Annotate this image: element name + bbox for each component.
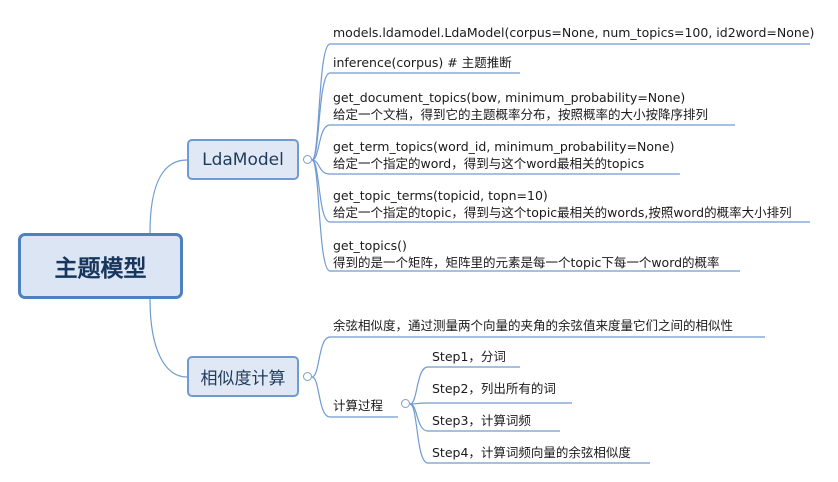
leaf-calculation-process[interactable]: 计算过程 — [333, 397, 383, 414]
leaf-get-topic-terms[interactable]: get_topic_terms(topicid, topn=10) 给定一个指定… — [333, 187, 792, 221]
leaf-line: inference(corpus) # 主题推断 — [333, 55, 512, 70]
branch-similarity[interactable]: 相似度计算 — [187, 356, 299, 397]
leaf-line: get_document_topics(bow, minimum_probabi… — [333, 90, 686, 105]
leaf-line: 余弦相似度，通过测量两个向量的夹角的余弦值来度量它们之间的相似性 — [333, 318, 734, 333]
leaf-line: models.ldamodel.LdaModel(corpus=None, nu… — [333, 25, 815, 40]
leaf-description: 给定一个指定的word，得到与这个word最相关的topics — [333, 156, 645, 171]
leaf-ldamodel-constructor[interactable]: models.ldamodel.LdaModel(corpus=None, nu… — [333, 24, 814, 41]
leaf-cosine-similarity[interactable]: 余弦相似度，通过测量两个向量的夹角的余弦值来度量它们之间的相似性 — [333, 317, 733, 334]
leaf-line: 计算过程 — [333, 398, 384, 413]
leaf-step2[interactable]: Step2，列出所有的词 — [432, 380, 556, 397]
leaf-inference[interactable]: inference(corpus) # 主题推断 — [333, 54, 512, 71]
leaf-description: 给定一个文档，得到它的主题概率分布，按照概率的大小按降序排列 — [333, 107, 709, 122]
leaf-line: get_topics() — [333, 238, 407, 253]
leaf-line: Step2，列出所有的词 — [432, 381, 556, 396]
leaf-step3[interactable]: Step3，计算词频 — [432, 412, 531, 429]
leaf-line: Step4，计算词频向量的余弦相似度 — [432, 445, 631, 460]
leaf-get-topics[interactable]: get_topics() 得到的是一个矩阵，矩阵里的元素是每一个topic下每一… — [333, 237, 720, 271]
leaf-line: get_topic_terms(topicid, topn=10) — [333, 188, 548, 203]
leaf-line: get_term_topics(word_id, minimum_probabi… — [333, 139, 675, 154]
leaf-line: Step1，分词 — [432, 349, 506, 364]
leaf-line: Step3，计算词频 — [432, 413, 531, 428]
collapse-toggle-similarity[interactable] — [303, 372, 312, 381]
collapse-toggle-ldamodel[interactable] — [303, 155, 312, 164]
collapse-toggle-calculation-process[interactable] — [401, 399, 410, 408]
leaf-get-term-topics[interactable]: get_term_topics(word_id, minimum_probabi… — [333, 138, 675, 172]
leaf-description: 给定一个指定的topic，得到与这个topic最相关的words,按照word的… — [333, 205, 792, 220]
leaf-description: 得到的是一个矩阵，矩阵里的元素是每一个topic下每一个word的概率 — [333, 255, 720, 270]
leaf-step4[interactable]: Step4，计算词频向量的余弦相似度 — [432, 444, 631, 461]
leaf-step1[interactable]: Step1，分词 — [432, 348, 506, 365]
branch-ldamodel[interactable]: LdaModel — [187, 139, 299, 180]
leaf-get-document-topics[interactable]: get_document_topics(bow, minimum_probabi… — [333, 89, 708, 123]
central-topic[interactable]: 主题模型 — [18, 233, 183, 299]
